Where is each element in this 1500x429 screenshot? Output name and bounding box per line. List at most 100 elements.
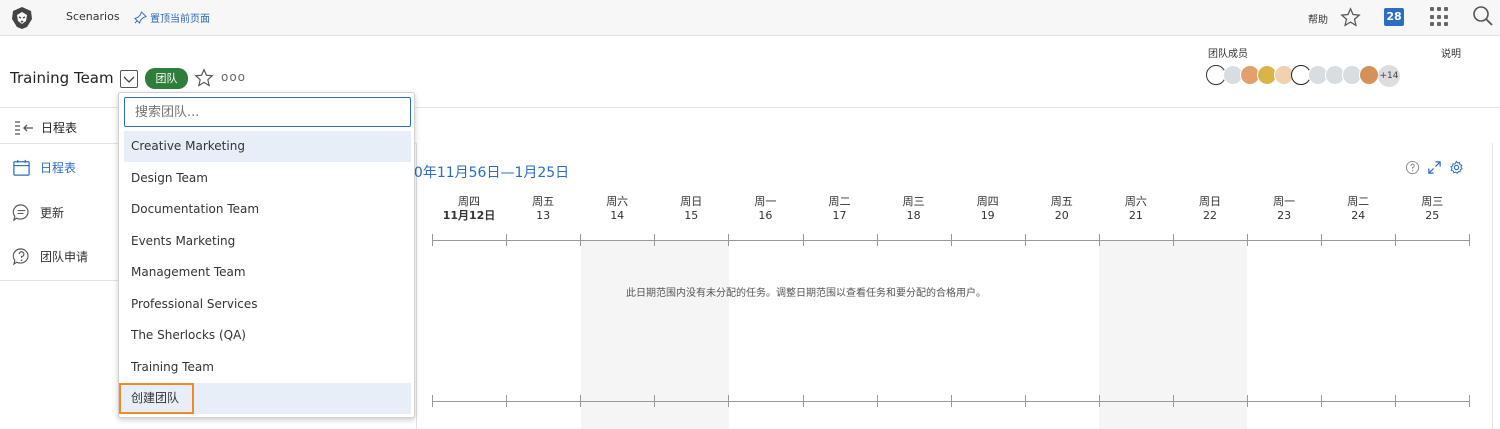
sidebar-item-label: 日程表 [40, 161, 77, 175]
day-weekday: 周六 [1124, 195, 1147, 208]
team-title: Training Team [10, 69, 114, 87]
day-header: 周日 15 [661, 195, 721, 223]
team-option[interactable]: Creative Marketing [124, 131, 411, 162]
timeline-tick [877, 234, 878, 246]
calendar-icon [13, 159, 30, 176]
day-date: 17 [832, 209, 847, 222]
team-option[interactable]: Design Team [124, 163, 411, 194]
team-type-badge: 团队 [145, 68, 188, 89]
day-weekday: 周日 [1199, 195, 1221, 208]
create-team-button[interactable]: 创建团队 [119, 383, 194, 414]
pin-page-label: 置顶当前页面 [150, 14, 210, 25]
expand-icon[interactable] [1427, 160, 1442, 175]
timeline-tick [1321, 234, 1322, 246]
more-options-button[interactable]: ooo [221, 70, 246, 84]
sidebar-item-updates[interactable]: 更新 [12, 203, 64, 222]
day-date: 19 [980, 209, 995, 222]
top-bar: Scenarios 置顶当前页面 帮助 28 [0, 0, 1500, 36]
timeline-tick [432, 234, 433, 246]
timeline-tick [506, 395, 507, 407]
day-weekday: 周五 [1050, 195, 1073, 208]
scenarios-link[interactable]: Scenarios [66, 10, 120, 23]
day-date: 24 [1351, 209, 1366, 222]
notifications-badge[interactable]: 28 [1384, 8, 1404, 26]
sidebar-item-label: 团队申请 [40, 250, 89, 264]
day-header: 周四 19 [958, 195, 1018, 223]
team-option[interactable]: Events Marketing [124, 226, 411, 257]
lion-logo-icon[interactable] [10, 6, 34, 30]
day-date: 21 [1128, 209, 1143, 222]
timeline-tick [1173, 234, 1174, 246]
help-link[interactable]: 帮助 [1308, 11, 1328, 26]
day-date: 25 [1425, 209, 1440, 222]
avatar [1359, 65, 1379, 85]
description-label[interactable]: 说明 [1441, 45, 1461, 60]
day-header: 周六 14 [587, 195, 647, 223]
timeline-tick [1025, 234, 1026, 246]
apps-grid-icon[interactable] [1430, 7, 1450, 27]
timeline-tick [728, 395, 729, 407]
help-circle-icon[interactable] [1405, 160, 1420, 175]
collapse-panel-button[interactable]: 日程表 [14, 119, 77, 136]
panel-divider [416, 143, 417, 429]
day-weekday: 周三 [1421, 195, 1444, 208]
favorite-star-icon[interactable] [194, 68, 214, 88]
favorites-star-icon[interactable] [1340, 7, 1361, 28]
day-header: 周日 22 [1180, 195, 1240, 223]
timeline-tick [580, 395, 581, 407]
timeline-tick [1173, 395, 1174, 407]
chevron-down-icon [123, 76, 135, 83]
team-dropdown-toggle[interactable] [120, 70, 138, 88]
team-option[interactable]: The Sherlocks (QA) [124, 320, 411, 351]
date-range-picker[interactable]: 20年11月56日—1月25日 [405, 162, 569, 182]
settings-gear-icon[interactable] [1449, 160, 1464, 175]
day-header: 周五 13 [513, 195, 573, 223]
day-header: 周二 24 [1328, 195, 1388, 223]
day-date: 13 [536, 209, 551, 222]
day-date: 22 [1203, 209, 1217, 222]
day-weekday: 周六 [606, 195, 629, 208]
member-avatars[interactable]: +14 [1206, 65, 1400, 87]
timeline-tick [803, 395, 804, 407]
timeline-tick [1099, 234, 1100, 246]
team-option[interactable]: Training Team [124, 352, 411, 383]
day-header: 周三 25 [1402, 195, 1462, 223]
schedule-header-label: 日程表 [41, 121, 78, 135]
more-members-count[interactable]: +14 [1378, 65, 1400, 87]
sidebar-item-schedule[interactable]: 日程表 [12, 158, 76, 177]
timeline-tick [654, 234, 655, 246]
timeline-tick [1321, 395, 1322, 407]
timeline-tick [803, 234, 804, 246]
question-icon [12, 248, 29, 266]
pin-page-button[interactable]: 置顶当前页面 [134, 10, 210, 25]
empty-state-message: 此日期范围内没有未分配的任务。调整日期范围以查看任务和要分配的合格用户。 [626, 288, 986, 299]
team-option[interactable]: Management Team [124, 257, 411, 288]
day-weekday: 周三 [902, 195, 925, 208]
day-header: 周三 18 [884, 195, 944, 223]
day-header: 周一 16 [735, 195, 795, 223]
day-weekday: 周日 [680, 195, 703, 208]
day-date: 14 [610, 209, 625, 222]
team-search-input[interactable] [124, 97, 411, 127]
timeline-tick [728, 234, 729, 246]
day-header: 周五 20 [1032, 195, 1092, 223]
sidebar-item-label: 更新 [40, 206, 65, 220]
day-weekday: 周五 [532, 195, 555, 208]
sidebar-item-team-requests[interactable]: 团队申请 [12, 247, 88, 266]
day-date: 20 [1054, 209, 1069, 222]
day-header: 周二 17 [810, 195, 870, 223]
search-icon[interactable] [1472, 5, 1494, 27]
team-option[interactable]: Professional Services [124, 289, 411, 320]
timeline-tick [1025, 395, 1026, 407]
timeline-tick [654, 395, 655, 407]
team-option[interactable]: Documentation Team [124, 194, 411, 225]
day-weekday: 周四 [458, 195, 480, 208]
timeline-tick [506, 234, 507, 246]
day-weekday: 周四 [976, 195, 999, 208]
collapse-left-icon [15, 120, 33, 135]
day-date: 18 [906, 209, 921, 222]
timeline-tick [1469, 234, 1470, 246]
timeline-tick [1247, 234, 1248, 246]
timeline-tick [1469, 395, 1470, 407]
team-members-label: 团队成员 [1208, 49, 1248, 60]
